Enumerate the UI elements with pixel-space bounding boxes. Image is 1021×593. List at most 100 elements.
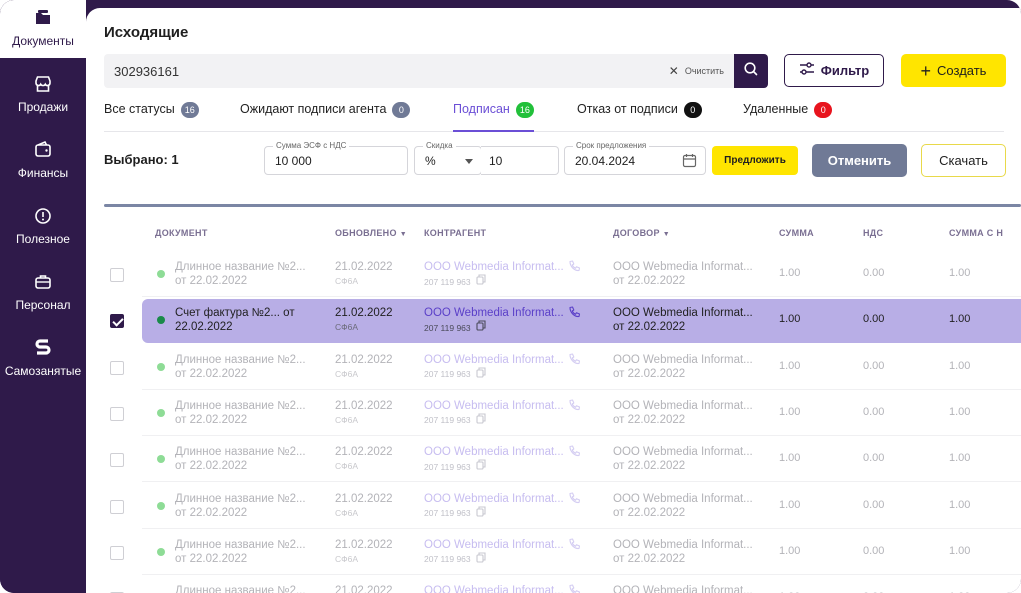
phone-icon[interactable]: [568, 306, 581, 324]
contract-cell[interactable]: ООО Webmedia Informat...от 22.02.2022: [613, 445, 753, 473]
table-top-scrollbar[interactable]: [104, 204, 1021, 207]
wallet-icon: [33, 140, 53, 160]
phone-icon[interactable]: [568, 445, 581, 463]
sort-down-icon: ▼: [399, 231, 407, 238]
row-checkbox[interactable]: [110, 268, 124, 282]
sum-vat-cell: 1.00: [949, 313, 971, 326]
phone-icon[interactable]: [568, 584, 581, 593]
column-header-sum[interactable]: СУММА: [779, 228, 814, 238]
document-cell[interactable]: Длинное название №2...от 22.02.2022: [175, 260, 306, 288]
table-row[interactable]: Длинное название №2...от 22.02.2022 21.02…: [142, 346, 1021, 390]
table-row[interactable]: Длинное название №2...от 22.02.2022 21.02…: [142, 253, 1021, 297]
plus-icon: +: [920, 60, 932, 81]
copy-icon[interactable]: [476, 459, 486, 474]
cancel-button[interactable]: Отменить: [812, 144, 907, 177]
sidebar-item-label: Финансы: [17, 166, 69, 180]
copy-icon[interactable]: [476, 274, 486, 289]
phone-icon[interactable]: [568, 260, 581, 278]
contract-cell[interactable]: ООО Webmedia Informat...от 22.02.2022: [613, 538, 753, 566]
sidebar-item-sales[interactable]: Продажи: [0, 66, 86, 124]
contract-cell[interactable]: ООО Webmedia Informat...от 22.02.2022: [613, 492, 753, 520]
contractor-cell[interactable]: ООО Webmedia Informat...207 119 963: [424, 399, 564, 428]
sidebar-item-selfemployed[interactable]: Самозанятые: [0, 330, 86, 388]
document-cell[interactable]: Длинное название №2...от 22.02.2022: [175, 445, 306, 473]
table-row[interactable]: Длинное название №2...от 22.02.2022 21.02…: [142, 438, 1021, 483]
row-checkbox[interactable]: [110, 545, 124, 560]
document-cell[interactable]: Длинное название №2...от 22.02.2022: [175, 399, 306, 427]
tab-all-statuses[interactable]: Все статусы 16: [104, 100, 199, 132]
contract-cell[interactable]: ООО Webmedia Informat...от 22.02.2022: [613, 260, 753, 288]
contract-cell[interactable]: ООО Webmedia Informat...от 22.02.2022: [613, 584, 753, 593]
document-cell[interactable]: Длинное название №2...от 22.02.2022: [175, 492, 306, 520]
contractor-cell[interactable]: ООО Webmedia Informat...207 119 963: [424, 492, 564, 521]
phone-icon[interactable]: [568, 538, 581, 556]
tab-count-badge: 16: [180, 102, 199, 118]
phone-icon[interactable]: [568, 491, 581, 510]
table-row[interactable]: Длинное название №2...от 22.02.2022 21.02…: [142, 577, 1021, 593]
column-header-contractor[interactable]: КОНТРАГЕНТ: [424, 228, 486, 238]
row-checkbox[interactable]: [110, 499, 124, 514]
table-row[interactable]: Счет фактура №2... от 22.02.2022 21.02.202…: [142, 299, 1021, 344]
search-button[interactable]: [734, 54, 768, 88]
contractor-cell[interactable]: ООО Webmedia Informat...207 119 963: [424, 538, 564, 567]
row-checkbox[interactable]: [110, 406, 124, 421]
selected-count: Выбрано: 1: [104, 152, 179, 167]
filter-button[interactable]: Фильтр: [784, 54, 884, 87]
updated-cell: 21.02.2022СФ6А: [335, 261, 393, 286]
contract-cell[interactable]: ООО Webmedia Informat...от 22.02.2022: [613, 399, 753, 427]
create-button[interactable]: + Создать: [901, 54, 1006, 87]
table-row[interactable]: Длинное название №2...от 22.02.2022 21.02…: [142, 485, 1021, 529]
vat-cell: 0.00: [863, 544, 885, 557]
search-input[interactable]: [114, 54, 614, 88]
sum-cell: 1.00: [779, 359, 801, 372]
calendar-icon[interactable]: [682, 153, 697, 173]
sidebar-item-documents[interactable]: Документы: [0, 0, 86, 58]
column-header-updated[interactable]: ОБНОВЛЕНО ▼: [335, 228, 407, 238]
contractor-cell[interactable]: ООО Webmedia Informat...207 119 963: [424, 306, 564, 335]
discount-value-field[interactable]: 10: [481, 146, 559, 175]
sidebar-item-finance[interactable]: Финансы: [0, 132, 86, 190]
row-checkbox[interactable]: [110, 453, 124, 468]
contractor-cell[interactable]: ООО Webmedia Informat...207 119 963: [424, 260, 564, 289]
copy-icon[interactable]: [476, 320, 486, 335]
copy-icon[interactable]: [476, 505, 486, 521]
contractor-cell[interactable]: ООО Webmedia Informat...207 119 963: [424, 584, 564, 593]
phone-icon[interactable]: [568, 353, 581, 371]
sidebar-item-staff[interactable]: Персонал: [0, 264, 86, 322]
table-row[interactable]: Длинное название №2...от 22.02.2022 21.02…: [142, 531, 1021, 575]
amount-field[interactable]: Сумма ЭСФ с НДС 10 000: [264, 141, 408, 175]
column-header-vat[interactable]: НДС: [863, 228, 883, 238]
document-cell[interactable]: Счет фактура №2... от 22.02.2022: [175, 306, 295, 334]
column-header-sum-vat[interactable]: СУММА С Н: [949, 228, 1003, 238]
clear-search-button[interactable]: ✕ Очистить: [669, 54, 724, 88]
tab-awaiting-agent[interactable]: Ожидают подписи агента 0: [240, 100, 411, 132]
document-cell[interactable]: Длинное название №2...от 22.02.2022: [175, 538, 306, 566]
tab-signed[interactable]: Подписан 16: [453, 100, 534, 132]
sort-down-icon: ▼: [662, 231, 671, 238]
document-cell[interactable]: Длинное название №2...от 22.02.2022: [175, 353, 306, 381]
sum-vat-cell: 1.00: [949, 498, 971, 511]
row-checkbox[interactable]: [110, 314, 124, 329]
table-row[interactable]: Длинное название №2...от 22.02.2022 21.02…: [142, 392, 1021, 436]
discount-unit-select[interactable]: Скидка %: [414, 141, 482, 175]
sidebar-item-useful[interactable]: Полезное: [0, 198, 86, 256]
column-header-contract[interactable]: ДОГОВОР ▼: [613, 228, 670, 238]
copy-icon[interactable]: [476, 413, 486, 428]
sidebar-item-label: Продажи: [17, 100, 69, 114]
column-header-document[interactable]: ДОКУМЕНТ: [155, 228, 208, 238]
download-button[interactable]: Скачать: [921, 144, 1006, 177]
phone-icon[interactable]: [568, 399, 581, 417]
copy-icon[interactable]: [476, 552, 486, 567]
row-checkbox[interactable]: [110, 360, 124, 375]
tab-refused[interactable]: Отказ от подписи 0: [577, 100, 702, 132]
deadline-field[interactable]: Срок предложения 20.04.2024: [564, 141, 706, 175]
document-cell[interactable]: Длинное название №2...от 22.02.2022: [175, 584, 306, 593]
search-bar: ✕ Очистить: [104, 54, 734, 88]
contract-cell[interactable]: ООО Webmedia Informat...от 22.02.2022: [613, 353, 753, 381]
copy-icon[interactable]: [476, 367, 486, 382]
offer-button[interactable]: Предложить: [712, 146, 798, 175]
contractor-cell[interactable]: ООО Webmedia Informat...207 119 963: [424, 445, 564, 474]
tab-deleted[interactable]: Удаленные 0: [743, 100, 833, 132]
contractor-cell[interactable]: ООО Webmedia Informat...207 119 963: [424, 353, 564, 382]
contract-cell[interactable]: ООО Webmedia Informat...от 22.02.2022: [613, 306, 753, 334]
